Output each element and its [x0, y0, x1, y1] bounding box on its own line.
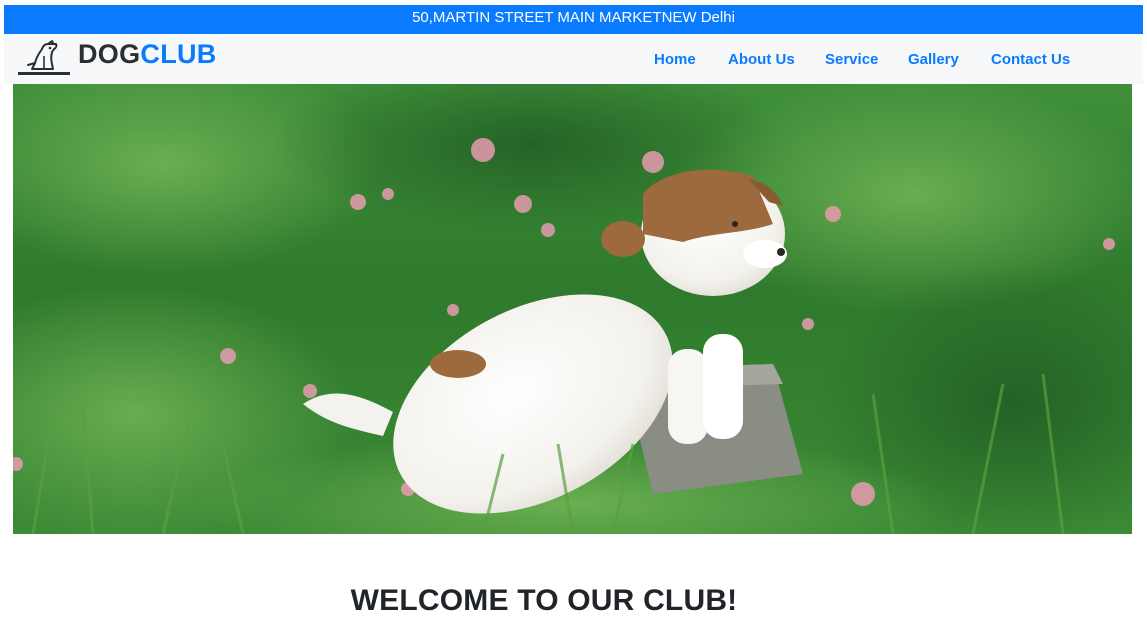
- address-text: 50,MARTIN STREET MAIN MARKETNEW Delhi: [412, 9, 735, 26]
- nav-home[interactable]: Home: [654, 51, 696, 75]
- brand-part-club: CLUB: [140, 39, 217, 69]
- nav-gallery[interactable]: Gallery: [908, 51, 959, 75]
- dog-logo-icon[interactable]: [18, 38, 70, 76]
- navbar: DOGCLUB Home About Us Service Gallery Co…: [4, 34, 1143, 84]
- brand-name[interactable]: DOGCLUB: [78, 36, 217, 72]
- nav-contact-us[interactable]: Contact Us: [991, 51, 1070, 75]
- nav-about-us[interactable]: About Us: [728, 51, 795, 75]
- hero-image: [13, 84, 1132, 534]
- address-bar: 50,MARTIN STREET MAIN MARKETNEW Delhi: [4, 5, 1143, 34]
- brand-part-dog: DOG: [78, 39, 141, 69]
- welcome-heading: WELCOME TO OUR CLUB!: [350, 584, 738, 617]
- nav-service[interactable]: Service: [825, 51, 878, 75]
